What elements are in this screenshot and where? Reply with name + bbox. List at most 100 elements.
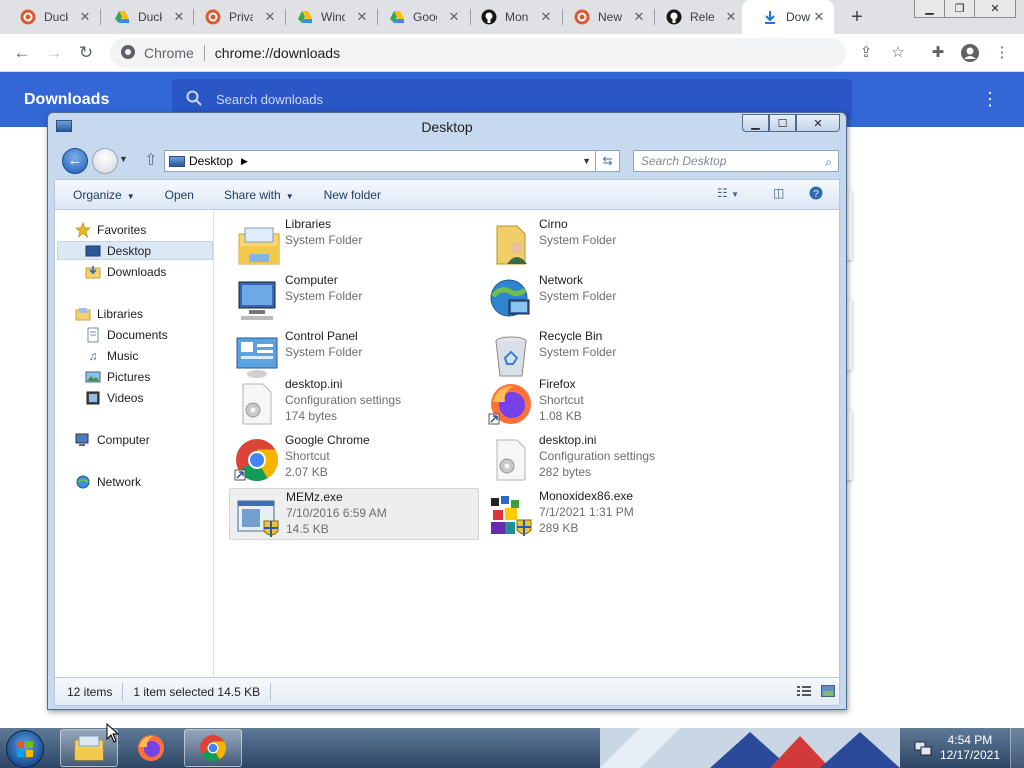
content-pane: Libraries System Folder Cirno System Fol… — [215, 210, 840, 677]
system-clock[interactable]: 4:54 PM 12/17/2021 — [940, 733, 1000, 763]
nav-item-downloads[interactable]: Downloads — [85, 262, 166, 281]
tab-title: MonoxideX86 — [505, 10, 529, 24]
share-with-button[interactable]: Share with ▼ — [224, 188, 294, 202]
clock-date: 12/17/2021 — [939, 748, 1000, 762]
file-item-libraries[interactable]: Libraries System Folder — [229, 216, 479, 268]
close-window-button[interactable]: ✕ — [975, 0, 1015, 17]
item-name: Cirno — [539, 217, 568, 231]
new-folder-button[interactable]: New folder — [324, 188, 381, 202]
address-bar[interactable]: Desktop ▶ ▼ — [164, 150, 596, 172]
start-button[interactable] — [6, 730, 44, 768]
restore-button[interactable]: ❐ — [945, 0, 975, 17]
share-icon[interactable]: ⇪ — [854, 41, 878, 65]
close-tab-icon[interactable]: ✕ — [810, 8, 828, 26]
minimize-button[interactable]: ▁ — [915, 0, 945, 17]
taskbar-firefox-button[interactable] — [122, 729, 180, 767]
window-title: Desktop — [421, 119, 473, 135]
explorer-window: Desktop ▁ ☐ ✕ ← ▼ ⇧ Desktop ▶ ▼ ⇆ Search… — [47, 112, 847, 710]
preview-pane-icon[interactable]: ◫ — [773, 186, 784, 200]
nav-item-documents[interactable]: Documents — [85, 325, 168, 344]
details-view-icon[interactable] — [797, 685, 811, 697]
item-name: Computer — [285, 273, 338, 287]
nav-item-desktop[interactable]: Desktop — [57, 241, 213, 260]
tab-downloads[interactable]: Downloads ✕ — [742, 0, 834, 34]
nav-item-music[interactable]: ♫ Music — [85, 346, 139, 365]
explorer-body: Favorites Desktop Downloads Libraries Do… — [54, 210, 840, 678]
file-item-memz-exe[interactable]: MEMz.exe 7/10/2016 6:59 AM 14.5 KB — [229, 488, 479, 540]
search-input[interactable]: Search Desktop ⌕ — [633, 150, 839, 172]
nav-item-favorites[interactable]: Favorites — [75, 220, 146, 239]
tab-releases[interactable]: Releases ✕ — [646, 0, 746, 34]
maximize-button[interactable]: ☐ — [769, 114, 796, 132]
item-type: System Folder — [285, 289, 363, 303]
kebab-menu-icon[interactable]: ⋮ — [990, 41, 1014, 65]
refresh-icon[interactable]: ⇆ — [596, 150, 620, 172]
network-tray-icon[interactable] — [914, 740, 932, 756]
profile-avatar-icon[interactable] — [958, 41, 982, 65]
nav-item-pictures[interactable]: Pictures — [85, 367, 150, 386]
github-icon — [666, 9, 682, 25]
file-item-network[interactable]: Network System Folder — [483, 272, 733, 324]
close-tab-icon[interactable]: ✕ — [537, 8, 555, 26]
close-tab-icon[interactable]: ✕ — [76, 8, 94, 26]
new-tab-button[interactable]: + — [846, 6, 868, 28]
address-dropdown-icon[interactable]: ▼ — [582, 156, 591, 166]
forward-arrow-icon[interactable] — [92, 148, 118, 174]
change-view-icon[interactable]: ☷ ▼ — [717, 186, 739, 200]
file-item-recycle-bin[interactable]: Recycle Bin System Folder — [483, 328, 733, 380]
taskbar-chrome-button[interactable] — [184, 729, 242, 767]
google-drive-icon — [389, 9, 405, 25]
tab-privacy[interactable]: Privacy ✕ — [185, 0, 285, 34]
close-tab-icon[interactable]: ✕ — [722, 8, 740, 26]
tab-title: Releases — [690, 10, 714, 24]
item-type: System Folder — [539, 289, 617, 303]
breadcrumb-chevron-icon[interactable]: ▶ — [241, 156, 248, 167]
nav-item-videos[interactable]: Videos — [85, 388, 143, 407]
nav-item-computer[interactable]: Computer — [75, 430, 150, 449]
item-name: desktop.ini — [285, 377, 343, 391]
reload-icon[interactable]: ↻ — [74, 41, 98, 65]
close-button[interactable]: ✕ — [796, 114, 840, 132]
recent-pages-chevron-icon[interactable]: ▼ — [119, 154, 128, 164]
file-item-desktop-ini-1[interactable]: desktop.ini Configuration settings 174 b… — [229, 376, 479, 428]
tab-duckduckgo-1[interactable]: DuckDuckGo ✕ — [0, 0, 100, 34]
bookmark-star-icon[interactable]: ☆ — [886, 41, 910, 65]
tab-windows[interactable]: Windows ✕ — [277, 0, 377, 34]
organize-button[interactable]: Organize ▼ — [73, 188, 135, 202]
up-folder-icon[interactable]: ⇧ — [142, 151, 160, 171]
open-button[interactable]: Open — [165, 188, 194, 202]
file-item-control-panel[interactable]: Control Panel System Folder — [229, 328, 479, 380]
address-bar[interactable]: Chrome chrome://downloads — [110, 38, 846, 68]
item-name: Network — [539, 273, 584, 287]
minimize-button[interactable]: ▁ — [742, 114, 769, 132]
tab-new-tab[interactable]: New Tab ✕ — [554, 0, 654, 34]
file-item-desktop-ini-2[interactable]: desktop.ini Configuration settings 282 b… — [483, 432, 733, 484]
item-size: 174 bytes — [285, 409, 338, 423]
search-placeholder: Search Desktop — [641, 154, 727, 168]
back-arrow-icon[interactable]: ← — [10, 41, 34, 65]
tab-duckduckgo-2[interactable]: DuckDuckGo ✕ — [94, 0, 194, 34]
nav-item-libraries[interactable]: Libraries — [75, 304, 143, 323]
show-desktop-button[interactable] — [1010, 728, 1024, 768]
tab-monoxide[interactable]: MonoxideX86 ✕ — [461, 0, 561, 34]
file-item-firefox[interactable]: Firefox Shortcut 1.08 KB — [483, 376, 733, 428]
item-size: 289 KB — [539, 521, 579, 535]
file-item-google-chrome[interactable]: Google Chrome Shortcut 2.07 KB — [229, 432, 479, 484]
nav-item-network[interactable]: Network — [75, 472, 141, 491]
nav-label: Downloads — [107, 264, 167, 279]
google-drive-icon — [114, 9, 130, 25]
extensions-puzzle-icon[interactable]: ✚ — [926, 41, 950, 65]
tab-title: Downloads — [786, 10, 810, 24]
file-item-cirno[interactable]: Cirno System Folder — [483, 216, 733, 268]
forward-arrow-icon[interactable]: → — [42, 41, 66, 65]
back-arrow-icon[interactable]: ← — [62, 148, 88, 174]
file-item-monoxidex86-exe[interactable]: Monoxidex86.exe 7/1/2021 1:31 PM 289 KB — [483, 488, 733, 540]
tab-google[interactable]: Google ✕ — [369, 0, 469, 34]
explorer-titlebar[interactable]: Desktop ▁ ☐ ✕ — [48, 113, 846, 143]
clock-time: 4:54 PM — [947, 733, 993, 747]
downloads-menu-icon[interactable]: ⋮ — [980, 88, 1000, 110]
firefox-icon — [138, 735, 164, 761]
help-icon[interactable]: ? — [809, 186, 823, 203]
file-item-computer[interactable]: Computer System Folder — [229, 272, 479, 324]
large-icons-view-icon[interactable] — [820, 684, 836, 698]
